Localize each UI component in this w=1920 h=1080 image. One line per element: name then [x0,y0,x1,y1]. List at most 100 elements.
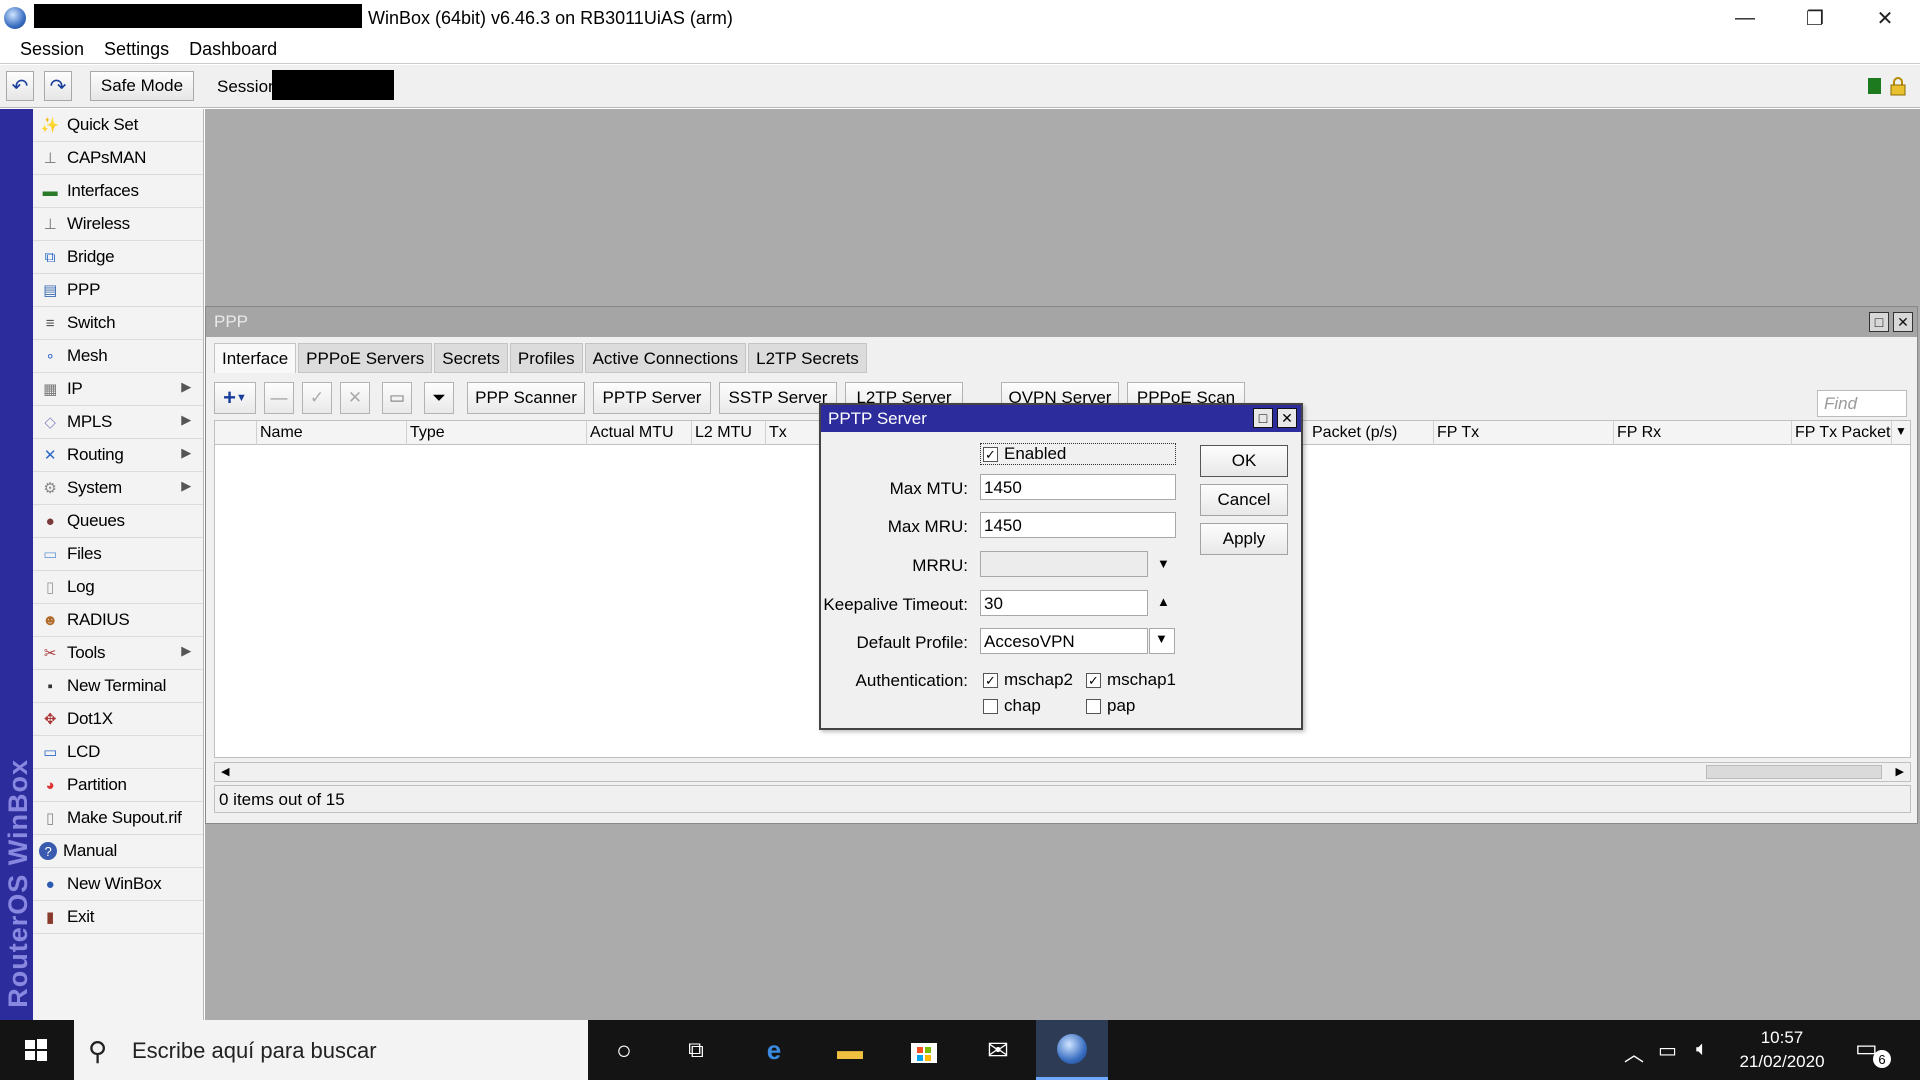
keepalive-collapse-icon[interactable]: ▲ [1157,594,1170,609]
maximize-button[interactable]: ❐ [1780,0,1850,36]
sidebar-item-capsman[interactable]: ⊥ CAPsMAN [33,142,203,175]
column-header-l2-mtu[interactable]: L2 MTU [692,421,766,445]
default-profile-select[interactable]: AccesoVPN [980,628,1148,654]
remove-button[interactable]: — [264,382,294,414]
sidebar-item-make-supout[interactable]: ▯ Make Supout.rif [33,802,203,835]
winbox-globe-icon: ● [45,875,55,893]
sidebar-item-exit[interactable]: ▮ Exit [33,901,203,934]
apply-button[interactable]: Apply [1200,523,1288,555]
menu-session[interactable]: Session [10,36,94,63]
menu-bar: Session Settings Dashboard [0,36,1920,64]
tab-profiles[interactable]: Profiles [509,343,583,373]
sidebar-item-files[interactable]: ▭ Files [33,538,203,571]
cancel-button[interactable]: Cancel [1200,484,1288,516]
horizontal-scrollbar[interactable]: ◀ ▶ [214,762,1911,782]
scrollbar-thumb[interactable] [1706,765,1882,779]
comment-button[interactable]: ▭ [382,382,412,414]
minimize-button[interactable]: — [1710,0,1780,36]
column-header-type[interactable]: Type [407,421,587,445]
menu-settings[interactable]: Settings [94,36,179,63]
scroll-right-icon[interactable]: ▶ [1896,765,1904,778]
windows-logo-icon [25,1039,47,1061]
profile-dropdown-icon[interactable]: ▼ [1149,628,1175,654]
mschap2-checkbox[interactable]: ✓ [983,673,998,688]
pap-checkbox[interactable] [1086,699,1101,714]
mail-icon[interactable]: ✉ [962,1020,1034,1080]
sidebar-item-ip[interactable]: ▦ IP ▶ [33,373,203,406]
tab-interface[interactable]: Interface [214,343,297,373]
column-header-name[interactable]: Name [257,421,407,445]
task-view-icon[interactable]: ⧉ [660,1020,732,1080]
cortana-icon[interactable]: ○ [588,1020,660,1080]
find-input[interactable]: Find [1817,390,1907,417]
column-header-packet[interactable]: Packet (p/s) [1309,421,1434,445]
sidebar-item-log[interactable]: ▯ Log [33,571,203,604]
sidebar-item-radius[interactable]: ☻ RADIUS [33,604,203,637]
max-mtu-field[interactable]: 1450 [980,474,1176,500]
sidebar-item-dot1x[interactable]: ✥ Dot1X [33,703,203,736]
tray-overflow-icon[interactable]: ︿ [1624,1038,1644,1067]
volume-icon[interactable]: 🔈︎ [1696,1038,1708,1061]
filter-button[interactable]: ⏷ [424,382,454,414]
sidebar-item-ppp[interactable]: ▤ PPP [33,274,203,307]
sidebar-item-partition[interactable]: ◕ Partition [33,769,203,802]
sidebar-item-queues[interactable]: ● Queues [33,505,203,538]
chap-checkbox[interactable] [983,699,998,714]
sidebar-item-system[interactable]: ⚙ System ▶ [33,472,203,505]
menu-dashboard[interactable]: Dashboard [179,36,287,63]
maximize-icon[interactable]: □ [1869,312,1889,332]
column-chooser-icon[interactable]: ▼ [1892,421,1912,445]
sidebar-item-new-terminal[interactable]: ▪ New Terminal [33,670,203,703]
taskbar-search-box[interactable]: ⚲ Escribe aquí para buscar [74,1020,588,1080]
add-button[interactable]: + ▼ [214,382,256,414]
sidebar-item-manual[interactable]: ? Manual [33,835,203,868]
column-header-actual-mtu[interactable]: Actual MTU [587,421,692,445]
store-icon[interactable] [888,1020,960,1080]
close-icon[interactable]: ✕ [1893,312,1913,332]
keepalive-field[interactable]: 30 [980,590,1148,616]
system-clock[interactable]: 10:57 21/02/2020 [1718,1026,1846,1074]
sidebar-item-bridge[interactable]: ⧉ Bridge [33,241,203,274]
action-center-button[interactable]: ▭ 6 [1855,1034,1891,1068]
tab-l2tp-secrets[interactable]: L2TP Secrets [748,343,867,373]
scroll-left-icon[interactable]: ◀ [221,765,229,778]
file-explorer-icon[interactable]: ▬ [814,1020,886,1080]
safe-mode-button[interactable]: Safe Mode [90,71,194,101]
tab-secrets[interactable]: Secrets [434,343,508,373]
disable-button[interactable]: ✕ [340,382,370,414]
sidebar-item-interfaces[interactable]: ▬ Interfaces [33,175,203,208]
enabled-checkbox[interactable]: ✓ [983,447,998,462]
sidebar-item-quick-set[interactable]: ✨ Quick Set [33,109,203,142]
sidebar-item-mesh[interactable]: ∘ Mesh [33,340,203,373]
tab-pppoe-servers[interactable]: PPPoE Servers [298,343,433,373]
sidebar-item-new-winbox[interactable]: ● New WinBox [33,868,203,901]
sidebar-item-lcd[interactable]: ▭ LCD [33,736,203,769]
sidebar-item-mpls[interactable]: ◇ MPLS ▶ [33,406,203,439]
column-header-fp-tx-packet[interactable]: FP Tx Packet [1792,421,1892,445]
sidebar-item-routing[interactable]: ✕ Routing ▶ [33,439,203,472]
mrru-dropdown-icon[interactable]: ▼ [1157,556,1170,571]
enable-button[interactable]: ✓ [302,382,332,414]
tab-active-connections[interactable]: Active Connections [584,343,747,373]
close-icon[interactable]: ✕ [1277,408,1297,428]
column-header-fp-rx[interactable]: FP Rx [1614,421,1792,445]
sidebar-item-wireless[interactable]: ⊥ Wireless [33,208,203,241]
redo-button[interactable]: ↷ [44,71,72,101]
edge-browser-icon[interactable]: e [738,1020,810,1080]
sidebar-item-label: PPP [67,280,101,299]
close-button[interactable]: ✕ [1850,0,1920,36]
mrru-field[interactable] [980,551,1148,577]
ppp-scanner-button[interactable]: PPP Scanner [467,382,585,414]
network-icon[interactable]: ▭ [1658,1038,1677,1063]
start-button[interactable] [0,1020,72,1080]
maximize-icon[interactable]: □ [1253,408,1273,428]
pptp-server-button[interactable]: PPTP Server [593,382,711,414]
ok-button[interactable]: OK [1200,445,1288,477]
undo-button[interactable]: ↶ [6,71,34,101]
sidebar-item-switch[interactable]: ≡ Switch [33,307,203,340]
max-mru-field[interactable]: 1450 [980,512,1176,538]
sidebar-item-tools[interactable]: ✂ Tools ▶ [33,637,203,670]
column-header-fp-tx[interactable]: FP Tx [1434,421,1614,445]
winbox-taskbar-icon[interactable] [1036,1020,1108,1080]
mschap1-checkbox[interactable]: ✓ [1086,673,1101,688]
